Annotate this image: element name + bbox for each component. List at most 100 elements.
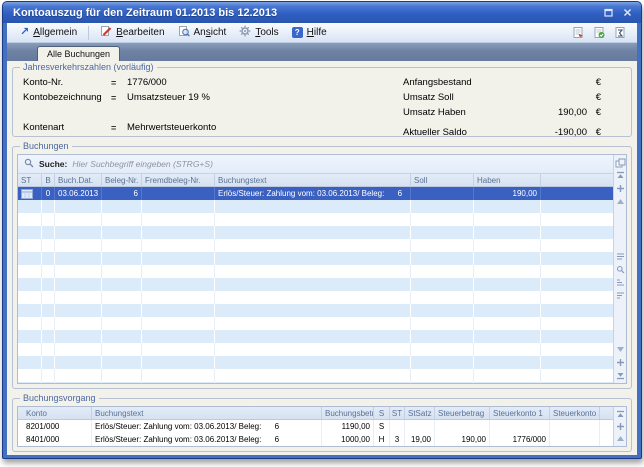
menu-hilfe[interactable]: ? Hilfe (287, 26, 332, 39)
column-header-s[interactable]: S (374, 407, 390, 419)
table-cell-empty (102, 304, 142, 317)
column-header-st[interactable]: ST (390, 407, 405, 419)
column-header-steuerkonto1[interactable]: Steuerkonto 1 (490, 407, 550, 419)
scroll-up-icon[interactable] (615, 196, 626, 207)
table-cell-empty (142, 252, 215, 265)
table-cell-empty (55, 291, 102, 304)
table-row-empty[interactable] (18, 200, 613, 213)
menu-label: Tools (255, 27, 278, 38)
currency-symbol: € (587, 107, 601, 118)
table-row-empty[interactable] (18, 213, 613, 226)
column-header-buchungstext[interactable]: Buchungstext (92, 407, 322, 419)
table-cell-empty (411, 265, 474, 278)
table-row-empty[interactable] (18, 369, 613, 382)
maximize-button[interactable] (602, 6, 615, 19)
tab-alle-buchungen[interactable]: Alle Buchungen (37, 46, 120, 61)
card-view-icon[interactable] (615, 251, 626, 262)
table-row-empty[interactable] (18, 226, 613, 239)
table-cell-empty (541, 330, 613, 343)
menu-ansicht[interactable]: Ansicht (173, 24, 232, 41)
column-chooser-icon[interactable] (615, 157, 626, 168)
scroll-up-icon[interactable] (615, 434, 626, 444)
table-row-empty[interactable] (18, 330, 613, 343)
column-header-stsatz[interactable]: StSatz (405, 407, 435, 419)
table-cell-empty (474, 200, 541, 213)
table-row-empty[interactable] (18, 278, 613, 291)
table-cell-empty (215, 226, 411, 239)
table-cell-empty (411, 291, 474, 304)
column-header-belegnr[interactable]: Beleg-Nr. (102, 174, 142, 186)
table-cell-empty (541, 265, 613, 278)
scroll-bottom-icon[interactable] (615, 370, 626, 381)
cell-blank (600, 433, 613, 446)
column-header-buchdat[interactable]: Buch.Dat. (55, 174, 102, 186)
table-cell-empty (474, 382, 541, 383)
zoom-icon[interactable] (615, 264, 626, 275)
menu-tools[interactable]: Tools (234, 24, 283, 41)
table-row-empty[interactable] (18, 252, 613, 265)
table-cell-empty (215, 213, 411, 226)
table-row-empty[interactable] (18, 304, 613, 317)
table-cell-empty (541, 200, 613, 213)
column-header-haben[interactable]: Haben (474, 174, 541, 186)
column-header-steuerkonto2[interactable]: Steuerkonto 2 (550, 407, 600, 419)
table-cell-empty (18, 278, 42, 291)
table-row-empty[interactable] (18, 265, 613, 278)
scroll-top-icon[interactable] (615, 170, 626, 181)
table-row-empty[interactable] (18, 239, 613, 252)
vorgang-row[interactable]: 8401/000 Erlös/Steuer: Zahlung vom: 03.0… (18, 433, 613, 446)
add-row-icon[interactable] (615, 357, 626, 368)
table-cell-empty (102, 291, 142, 304)
table-row-empty[interactable] (18, 382, 613, 383)
sort-asc-icon[interactable] (615, 277, 626, 288)
table-row-empty[interactable] (18, 291, 613, 304)
table-row-empty[interactable] (18, 356, 613, 369)
booking-row-selected[interactable]: 0 03.06.2013 6 Erlös/Steuer: Zahlung vom… (18, 187, 613, 200)
add-row-icon[interactable] (615, 421, 626, 431)
sum-document-icon[interactable] (614, 26, 627, 39)
menu-bearbeiten[interactable]: Bearbeiten (95, 24, 169, 41)
window-title: Kontoauszug für den Zeitraum 01.2013 bis… (13, 7, 602, 19)
close-button[interactable] (621, 6, 634, 19)
table-cell-empty (215, 369, 411, 382)
add-row-icon[interactable] (615, 183, 626, 194)
table-cell-empty (215, 343, 411, 356)
column-header-st[interactable]: ST (18, 174, 42, 186)
field-label: Umsatz Soll (403, 92, 527, 103)
table-cell-empty (142, 265, 215, 278)
table-row-empty[interactable] (18, 317, 613, 330)
table-cell-empty (411, 382, 474, 383)
table-row-empty[interactable] (18, 343, 613, 356)
table-cell-empty (541, 304, 613, 317)
scroll-top-icon[interactable] (615, 409, 626, 419)
menu-label: Ansicht (194, 27, 227, 38)
table-cell-empty (541, 317, 613, 330)
vorgang-row[interactable]: 8201/000 Erlös/Steuer: Zahlung vom: 03.0… (18, 420, 613, 433)
title-bar[interactable]: Kontoauszug für den Zeitraum 01.2013 bis… (3, 2, 641, 23)
column-header-konto[interactable]: Konto (18, 407, 92, 419)
table-cell-empty (474, 226, 541, 239)
search-placeholder: Hier Suchbegriff eingeben (STRG+S) (72, 159, 213, 169)
column-header-b[interactable]: B (42, 174, 55, 186)
table-cell-empty (541, 278, 613, 291)
report-document-icon[interactable] (572, 26, 585, 39)
table-cell-empty (18, 200, 42, 213)
column-header-steuerbetrag[interactable]: Steuerbetrag (435, 407, 490, 419)
column-header-fremdbelegnr[interactable]: Fremdbeleg-Nr. (142, 174, 215, 186)
group-title: Jahresverkehrszahlen (vorläufig) (20, 62, 157, 73)
field-konto-nr: Konto-Nr. = 1776/000 (23, 75, 353, 90)
table-cell-empty (411, 278, 474, 291)
balance-fields: Anfangsbestand € Umsatz Soll € Umsatz Ha… (403, 75, 621, 136)
scroll-down-icon[interactable] (615, 344, 626, 355)
column-header-buchungstext[interactable]: Buchungstext (215, 174, 411, 186)
cell-st (390, 420, 405, 433)
column-header-buchungsbetrag[interactable]: Buchungsbetrag (322, 407, 374, 419)
menu-allgemein[interactable]: ↗ Allgemein (15, 26, 82, 39)
sort-desc-icon[interactable] (615, 290, 626, 301)
check-document-icon[interactable] (593, 26, 606, 39)
cell-haben: 190,00 (474, 187, 541, 200)
column-header-soll[interactable]: Soll (411, 174, 474, 186)
field-umsatz-haben: Umsatz Haben 190,00 € (403, 105, 601, 120)
group-title: Buchungen (20, 141, 72, 152)
search-input[interactable]: Suche: Hier Suchbegriff eingeben (STRG+S… (18, 155, 613, 174)
